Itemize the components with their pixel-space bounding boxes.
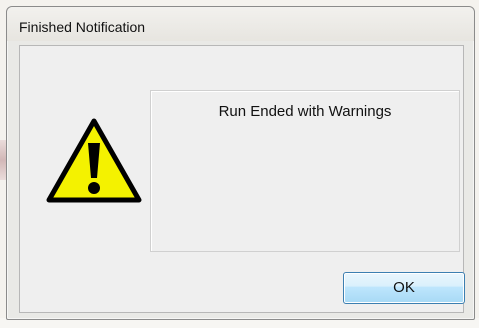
- finished-notification-dialog: Finished Notification Run Ended with War…: [6, 6, 475, 320]
- ok-button[interactable]: OK: [343, 272, 465, 304]
- dialog-body: Run Ended with Warnings OK: [19, 45, 465, 313]
- message-text: Run Ended with Warnings: [218, 103, 392, 120]
- warning-icon: [46, 118, 142, 203]
- title-bar[interactable]: Finished Notification: [7, 7, 474, 41]
- window-title: Finished Notification: [19, 19, 146, 35]
- message-panel: Run Ended with Warnings: [150, 90, 460, 252]
